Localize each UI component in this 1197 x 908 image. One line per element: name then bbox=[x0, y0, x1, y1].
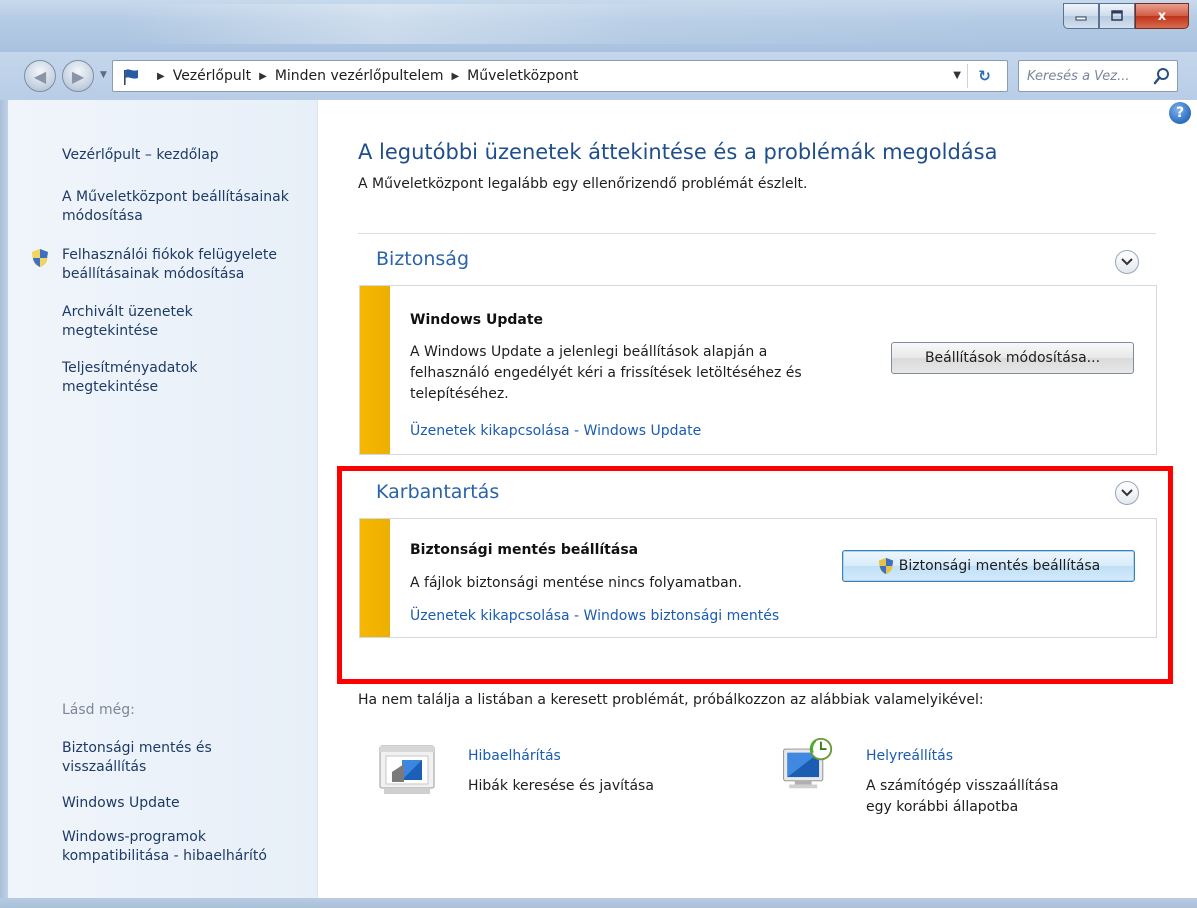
breadcrumb-separator-icon[interactable]: ▶ bbox=[259, 71, 267, 82]
page-subtitle: A Műveletközpont legalább egy ellenőrize… bbox=[358, 176, 808, 192]
turn-off-messages-windows-update-link[interactable]: Üzenetek kikapcsolása - Windows Update bbox=[410, 423, 701, 439]
recovery-desc: A számítógép visszaállítása egy korábbi … bbox=[866, 778, 1059, 815]
maximize-icon bbox=[1111, 10, 1123, 21]
see-also-heading: Lásd még: bbox=[62, 702, 135, 718]
window-bottom-border bbox=[0, 898, 1197, 908]
forward-button[interactable]: ▶ bbox=[62, 60, 94, 92]
see-also-link-compat-troubleshooter[interactable]: Windows-programok kompatibilitása - hiba… bbox=[62, 828, 312, 866]
sidebar: Vezérlőpult – kezdőlap A Műveletközpont … bbox=[8, 100, 318, 898]
title-bar: x bbox=[0, 0, 1197, 52]
troubleshooting-link[interactable]: Hibaelhárítás bbox=[468, 748, 561, 764]
help-button[interactable]: ? bbox=[1169, 102, 1191, 124]
refresh-button[interactable]: ↻ bbox=[967, 64, 1001, 88]
title-bar-glass bbox=[120, 4, 1000, 44]
close-icon: x bbox=[1157, 8, 1167, 24]
maximize-button[interactable] bbox=[1099, 3, 1135, 29]
breadcrumb-item-control-panel[interactable]: Vezérlőpult bbox=[173, 68, 251, 84]
recovery-link[interactable]: Helyreállítás bbox=[866, 748, 953, 764]
warning-bar bbox=[360, 286, 390, 454]
card-title-windows-update: Windows Update bbox=[410, 312, 544, 328]
recovery-icon[interactable] bbox=[776, 736, 836, 792]
help-icon: ? bbox=[1175, 105, 1185, 121]
breadcrumb-separator-icon[interactable]: ▶ bbox=[451, 71, 459, 82]
expand-security-button[interactable] bbox=[1115, 250, 1139, 274]
troubleshooting-desc: Hibák keresése és javítása bbox=[468, 778, 654, 794]
breadcrumb-item-action-center[interactable]: Műveletközpont bbox=[467, 68, 578, 84]
highlight-box bbox=[337, 466, 1173, 684]
footer-hint: Ha nem találja a listában a keresett pro… bbox=[358, 692, 984, 708]
breadcrumb-separator-icon: ▶ bbox=[157, 70, 165, 82]
sidebar-link-performance[interactable]: Teljesítményadatok megtekintése bbox=[62, 359, 262, 397]
troubleshoot-icon[interactable] bbox=[378, 742, 438, 798]
recent-pages-dropdown-icon[interactable]: ▼ bbox=[100, 70, 107, 80]
sidebar-link-action-center-settings[interactable]: A Műveletközpont beállításainak módosítá… bbox=[62, 188, 302, 226]
search-icon[interactable] bbox=[1153, 67, 1171, 85]
card-text-windows-update: A Windows Update a jelenlegi beállítások… bbox=[410, 344, 802, 402]
refresh-icon: ↻ bbox=[978, 67, 991, 85]
see-also-link-windows-update[interactable]: Windows Update bbox=[62, 794, 312, 813]
search-placeholder: Keresés a Vez... bbox=[1027, 69, 1130, 84]
close-button[interactable]: x bbox=[1135, 3, 1189, 29]
sidebar-link-archived-messages[interactable]: Archivált üzenetek megtekintése bbox=[62, 303, 262, 341]
address-bar[interactable]: ▶ Vezérlőpult ▶ Minden vezérlőpultelem ▶… bbox=[112, 60, 1008, 92]
section-heading-security[interactable]: Biztonság bbox=[376, 248, 469, 270]
see-also-link-backup-restore[interactable]: Biztonsági mentés és visszaállítás bbox=[62, 739, 262, 777]
navigation-bar: ◀ ▶ ▼ ▶ Vezérlőpult ▶ Minden vezérlőpult… bbox=[0, 52, 1197, 100]
minimize-icon bbox=[1075, 16, 1087, 21]
minimize-button[interactable] bbox=[1063, 3, 1099, 29]
address-dropdown-icon[interactable]: ▼ bbox=[953, 70, 961, 81]
sidebar-link-uac-settings[interactable]: Felhasználói fiókok felügyelete beállítá… bbox=[62, 246, 318, 284]
back-button[interactable]: ◀ bbox=[24, 60, 56, 92]
window-left-border bbox=[0, 100, 8, 908]
window-controls: x bbox=[1063, 3, 1189, 29]
sidebar-link-home[interactable]: Vezérlőpult – kezdőlap bbox=[62, 146, 312, 165]
search-input[interactable]: Keresés a Vez... bbox=[1018, 60, 1178, 92]
chevron-down-icon bbox=[1121, 258, 1133, 266]
uac-shield-icon bbox=[32, 249, 48, 267]
action-center-flag-icon bbox=[124, 69, 138, 85]
forward-arrow-icon: ▶ bbox=[71, 66, 85, 86]
back-arrow-icon: ◀ bbox=[33, 66, 47, 86]
page-title: A legutóbbi üzenetek áttekintése és a pr… bbox=[358, 140, 998, 164]
section-divider bbox=[358, 233, 1156, 234]
breadcrumb-item-all-items[interactable]: Minden vezérlőpultelem bbox=[275, 68, 444, 84]
change-settings-button[interactable]: Beállítások módosítása... bbox=[891, 342, 1134, 374]
breadcrumb: ▶ Vezérlőpult ▶ Minden vezérlőpultelem ▶… bbox=[149, 68, 578, 84]
